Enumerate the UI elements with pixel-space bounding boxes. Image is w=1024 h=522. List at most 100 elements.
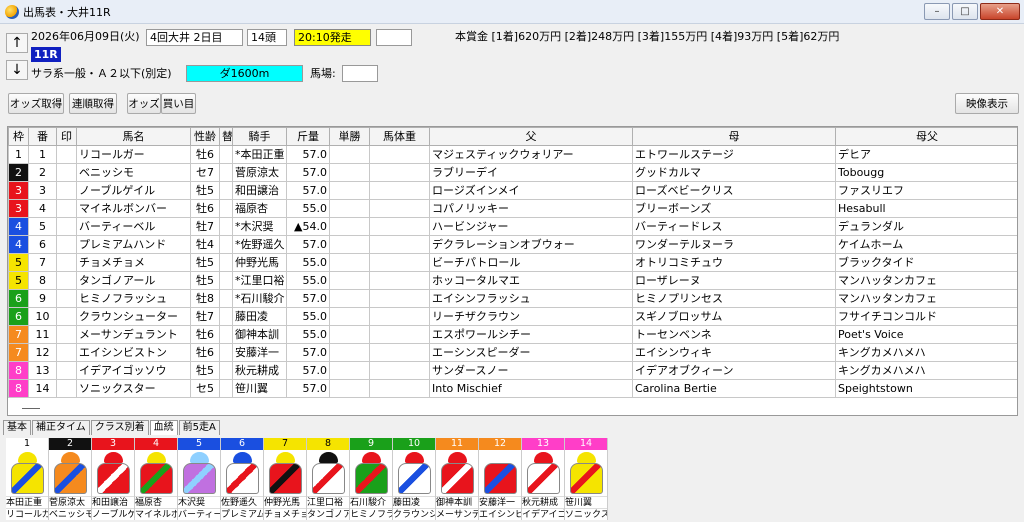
- silk-figure: [178, 450, 220, 496]
- silk-card[interactable]: 4 福原杏マイネルボンバー: [135, 438, 178, 520]
- col-sire[interactable]: 父: [429, 127, 633, 146]
- rider-cell: *石川駿介: [232, 289, 287, 308]
- table-row[interactable]: 8 14 ソニックスター セ5 笹川翼 57.0 Into Mischief Carolina…: [8, 379, 1017, 398]
- tab-class-finish[interactable]: クラス別着: [90, 420, 149, 435]
- change-cell: [219, 235, 233, 254]
- silk-horse: ヒミノフラッシュ: [350, 508, 392, 520]
- dam-cell: ヒミノプリンセス: [632, 289, 836, 308]
- silk-card[interactable]: 10 藤田凌クラウンシューター: [393, 438, 436, 520]
- silk-card[interactable]: 9 石川駿介ヒミノフラッシュ: [350, 438, 393, 520]
- silk-card[interactable]: 13 秋元耕成イデアイゴッソウ: [522, 438, 565, 520]
- table-row[interactable]: 1 1 リコールガー 牡6 *本田正重 57.0 マジェスティックウォリアー エトワールステー…: [8, 145, 1017, 164]
- silk-card[interactable]: 7 仲野光馬チョメチョメ: [264, 438, 307, 520]
- silk-card[interactable]: 2 菅原涼太 ベニッシモ: [49, 438, 92, 520]
- col-weight[interactable]: 斤量: [286, 127, 330, 146]
- col-num[interactable]: 番: [28, 127, 57, 146]
- table-row[interactable]: 8 13 イデアイゴッソウ 牡5 秋元耕成 57.0 サンダースノー イデアオブクィーン キング…: [8, 361, 1017, 380]
- sexage-cell: 牡7: [190, 217, 220, 236]
- sire-cell: ホッコータルマエ: [429, 271, 633, 290]
- col-mark[interactable]: 印: [56, 127, 77, 146]
- silk-card[interactable]: 11 御神本訓メーサンデュラント: [436, 438, 479, 520]
- race-number: 11R: [31, 47, 61, 62]
- horse-cell: イデアイゴッソウ: [76, 361, 191, 380]
- waku-cell: 2: [8, 163, 29, 182]
- entry-table: 枠 番 印 馬名 性齢 替 騎手 斤量 単勝 馬体重 父 母 母父 1 1 リコール…: [8, 127, 1017, 398]
- body-weight-cell: [369, 199, 430, 218]
- col-rider[interactable]: 騎手: [232, 127, 287, 146]
- col-dam[interactable]: 母: [632, 127, 836, 146]
- start-time-field: 20:10発走: [294, 29, 371, 46]
- change-cell: [219, 199, 233, 218]
- col-sexage[interactable]: 性齢: [190, 127, 220, 146]
- num-cell: 10: [28, 307, 57, 326]
- cap-shape: [491, 452, 510, 463]
- table-row[interactable]: 6 10 クラウンシューター 牡7 藤田凌 55.0 リーチザクラウン スギノブロッサム フサイ…: [8, 307, 1017, 326]
- silk-card[interactable]: 12 安藤洋一エイシンビストン: [479, 438, 522, 520]
- silk-jockey: 木沢奨: [178, 496, 220, 508]
- tab-basic[interactable]: 基本: [3, 420, 31, 435]
- shirt-shape: [484, 463, 517, 494]
- body-weight-cell: [369, 145, 430, 164]
- waku-cell: 3: [8, 181, 29, 200]
- silk-card[interactable]: 3 和田譲治ノーブルゲイル: [92, 438, 135, 520]
- track-field[interactable]: [342, 65, 378, 82]
- silk-figure: [307, 450, 349, 496]
- note-field[interactable]: [376, 29, 412, 46]
- horse-cell: チョメチョメ: [76, 253, 191, 272]
- silk-card[interactable]: 14 笹川翼ソニックスター: [565, 438, 608, 520]
- silk-horse: イデアイゴッソウ: [522, 508, 564, 520]
- table-row[interactable]: 5 7 チョメチョメ 牡5 仲野光馬 55.0 ビーチパトロール オトリコミチュウ ブラックタイ…: [8, 253, 1017, 272]
- table-row[interactable]: 4 5 バーティーベル 牡7 *木沢奨 ▲54.0 ハービンジャー バーティードレス デュランダ…: [8, 217, 1017, 236]
- col-body-weight[interactable]: 馬体重: [369, 127, 430, 146]
- cap-shape: [448, 452, 467, 463]
- race-date: 2026年06月09日(火): [31, 30, 140, 43]
- next-race-button[interactable]: ↓: [6, 60, 28, 80]
- change-cell: [219, 253, 233, 272]
- mark-cell: [56, 325, 77, 344]
- table-row[interactable]: 6 9 ヒミノフラッシュ 牡8 *石川駿介 57.0 エイシンフラッシュ ヒミノプリンセス マン…: [8, 289, 1017, 308]
- serial-get-button[interactable]: 連順取得: [69, 93, 117, 114]
- body-weight-cell: [369, 235, 430, 254]
- silk-card[interactable]: 1 本田正重リコールガー: [6, 438, 49, 520]
- silk-card[interactable]: 5 木沢奨バーティーベル: [178, 438, 221, 520]
- table-row[interactable]: 2 2 ベニッシモ セ7 菅原涼太 57.0 ラブリーデイ グッドカルマ Tobougg: [8, 163, 1017, 182]
- silk-number: 9: [350, 438, 392, 450]
- col-horse[interactable]: 馬名: [76, 127, 191, 146]
- table-row[interactable]: 3 4 マイネルボンバー 牡6 福原杏 55.0 コパノリッキー ブリーボーンズ Hesabul…: [8, 199, 1017, 218]
- rider-cell: 福原杏: [232, 199, 287, 218]
- table-row[interactable]: 4 6 プレミアムハンド 牡4 *佐野遥久 57.0 デクラレーションオブウォー ワンダーテル…: [8, 235, 1017, 254]
- mark-cell: [56, 181, 77, 200]
- silk-card[interactable]: 8 江里口裕タンゴノアール: [307, 438, 350, 520]
- odds-get-button[interactable]: オッズ取得: [8, 93, 64, 114]
- col-damsire[interactable]: 母父: [835, 127, 1017, 146]
- shirt-shape: [183, 463, 216, 494]
- cap-shape: [233, 452, 252, 463]
- odds-button[interactable]: オッズ: [127, 93, 161, 114]
- col-change[interactable]: 替: [219, 127, 233, 146]
- horse-cell: ソニックスター: [76, 379, 191, 398]
- horse-cell: リコールガー: [76, 145, 191, 164]
- table-row[interactable]: 7 12 エイシンビストン 牡6 安藤洋一 57.0 エーシンスピーダー エイシンウィキ キング…: [8, 343, 1017, 362]
- close-button[interactable]: ✕: [980, 3, 1020, 20]
- num-cell: 8: [28, 271, 57, 290]
- entry-grid[interactable]: 枠 番 印 馬名 性齢 替 騎手 斤量 単勝 馬体重 父 母 母父 1 1 リコール…: [7, 126, 1018, 416]
- silk-card[interactable]: 6 佐野遥久プレミアムハンド: [221, 438, 264, 520]
- silk-horse: タンゴノアール: [307, 508, 349, 520]
- minimize-button[interactable]: –: [924, 3, 950, 20]
- silk-jockey: 仲野光馬: [264, 496, 306, 508]
- table-row[interactable]: 3 3 ノーブルゲイル 牡5 和田譲治 57.0 ロージズインメイ ローズベビークリス ファスリ…: [8, 181, 1017, 200]
- maximize-button[interactable]: □: [952, 3, 978, 20]
- col-waku[interactable]: 枠: [8, 127, 29, 146]
- tab-last5-a[interactable]: 前5走A: [178, 420, 220, 435]
- sexage-cell: 牡4: [190, 235, 220, 254]
- table-row[interactable]: 7 11 メーサンデュラント 牡6 御神本訓 55.0 エスポワールシチー トーセンベンネ Po…: [8, 325, 1017, 344]
- buy-button[interactable]: 買い目: [161, 93, 196, 114]
- shirt-shape: [441, 463, 474, 494]
- col-odds[interactable]: 単勝: [329, 127, 370, 146]
- video-button[interactable]: 映像表示: [955, 93, 1019, 114]
- prev-race-button[interactable]: ↑: [6, 33, 28, 53]
- tab-corrected-time[interactable]: 補正タイム: [32, 420, 90, 435]
- tab-pedigree[interactable]: 血統: [149, 420, 178, 435]
- table-row[interactable]: 5 8 タンゴノアール 牡5 *江里口裕 55.0 ホッコータルマエ ローザレーヌ マンハッタン…: [8, 271, 1017, 290]
- mark-cell: [56, 289, 77, 308]
